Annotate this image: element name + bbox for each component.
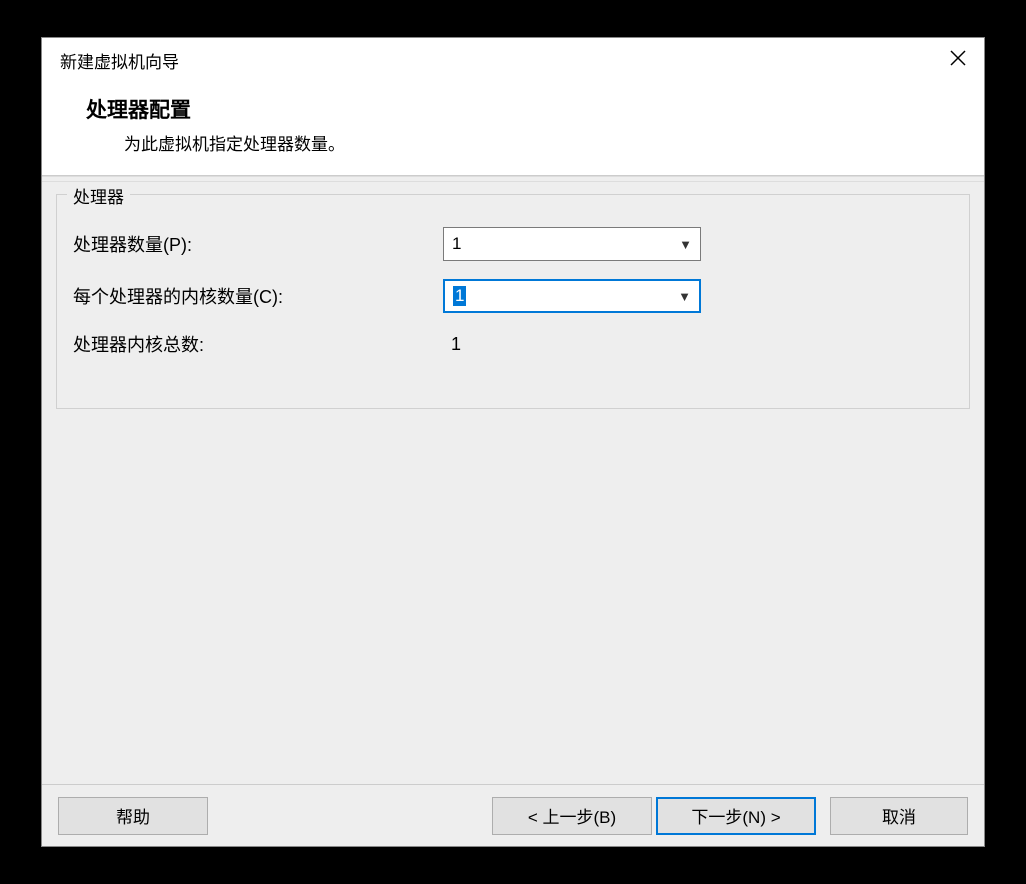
- wizard-body: 处理器 处理器数量(P): 1 ▼ 每个处理器的内核数量(C): 1 ▼ 处理器…: [42, 182, 984, 784]
- processors-label: 处理器数量(P):: [73, 231, 443, 257]
- cancel-button-label: 取消: [882, 803, 916, 828]
- row-processors: 处理器数量(P): 1 ▼: [73, 227, 953, 261]
- page-title: 处理器配置: [86, 94, 984, 124]
- processors-select[interactable]: 1 ▼: [443, 227, 701, 261]
- row-total: 处理器内核总数: 1: [73, 331, 953, 357]
- help-button-label: 帮助: [116, 803, 150, 828]
- wizard-dialog: 新建虚拟机向导 处理器配置 为此虚拟机指定处理器数量。 处理器 处理器数量(P)…: [41, 37, 985, 847]
- total-label: 处理器内核总数:: [73, 331, 443, 357]
- close-button[interactable]: [934, 38, 982, 78]
- next-button-label: 下一步(N) >: [691, 803, 780, 828]
- page-subtitle: 为此虚拟机指定处理器数量。: [124, 130, 984, 155]
- cores-label: 每个处理器的内核数量(C):: [73, 283, 443, 309]
- help-button[interactable]: 帮助: [58, 797, 208, 835]
- processors-group: 处理器 处理器数量(P): 1 ▼ 每个处理器的内核数量(C): 1 ▼ 处理器…: [56, 194, 970, 409]
- back-button-label: < 上一步(B): [528, 803, 616, 828]
- wizard-footer: 帮助 < 上一步(B) 下一步(N) > 取消: [42, 784, 984, 846]
- back-button[interactable]: < 上一步(B): [492, 797, 652, 835]
- titlebar: 新建虚拟机向导: [42, 38, 984, 82]
- cancel-button[interactable]: 取消: [830, 797, 968, 835]
- next-button[interactable]: 下一步(N) >: [656, 797, 816, 835]
- row-cores: 每个处理器的内核数量(C): 1 ▼: [73, 279, 953, 313]
- chevron-down-icon: ▼: [678, 289, 691, 304]
- processors-value: 1: [452, 234, 461, 254]
- group-legend: 处理器: [67, 183, 130, 208]
- total-value: 1: [443, 334, 461, 355]
- chevron-down-icon: ▼: [679, 237, 692, 252]
- cores-value: 1: [453, 286, 466, 306]
- close-icon: [950, 50, 966, 66]
- dialog-title: 新建虚拟机向导: [60, 48, 179, 73]
- cores-select[interactable]: 1 ▼: [443, 279, 701, 313]
- wizard-header: 处理器配置 为此虚拟机指定处理器数量。: [42, 82, 984, 176]
